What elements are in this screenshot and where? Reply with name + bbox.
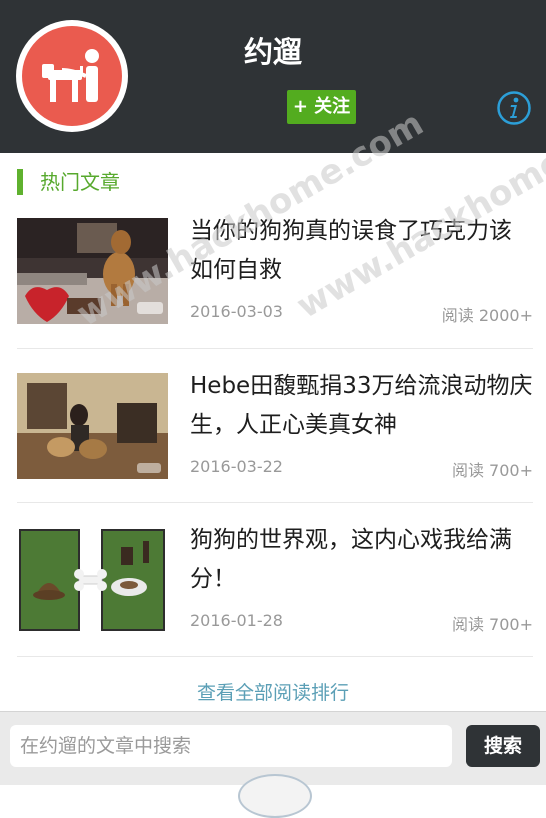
article-reads-1: 阅读 2000+: [441, 306, 533, 325]
article-date-3: 2016-01-28: [190, 611, 283, 630]
section-title: 热门文章: [40, 170, 120, 194]
article-thumbnail-3: [17, 527, 168, 633]
view-all-rankings-link[interactable]: 查看全部阅读排行: [0, 678, 546, 708]
search-bar: 搜索: [0, 711, 546, 818]
article-item-3[interactable]: 狗狗的世界观，这内心戏我给满分！ 2016-01-28 阅读 700+: [17, 527, 533, 657]
divider: [17, 502, 533, 503]
search-button[interactable]: 搜索: [466, 725, 540, 767]
article-thumbnail-2: [17, 373, 168, 479]
article-date-2: 2016-03-22: [190, 457, 283, 476]
section-accent-bar: [17, 169, 23, 195]
info-icon[interactable]: [496, 90, 532, 126]
article-title-1: 当你的狗狗真的误食了巧克力该如何自救: [190, 218, 512, 283]
article-date-1: 2016-03-03: [190, 302, 283, 321]
article-title-3: 狗狗的世界观，这内心戏我给满分！: [190, 527, 512, 592]
article-reads-3: 阅读 700+: [451, 615, 533, 634]
page-title: 约遛: [243, 35, 302, 69]
article-title-2: Hebe田馥甄捐33万给流浪动物庆生，人正心美真女神: [190, 373, 533, 438]
divider: [17, 348, 533, 349]
search-input[interactable]: [10, 725, 452, 767]
home-button[interactable]: [238, 774, 312, 818]
divider: [17, 656, 533, 657]
article-reads-2: 阅读 700+: [451, 461, 533, 480]
follow-button[interactable]: + 关注: [287, 90, 356, 124]
article-thumbnail-1: [17, 218, 168, 324]
article-item-2[interactable]: Hebe田馥甄捐33万给流浪动物庆生，人正心美真女神 2016-03-22 阅读…: [17, 373, 533, 503]
top-header: 约遛 + 关注: [0, 0, 546, 153]
article-item-1[interactable]: 当你的狗狗真的误食了巧克力该如何自救 2016-03-03 阅读 2000+: [17, 218, 533, 348]
